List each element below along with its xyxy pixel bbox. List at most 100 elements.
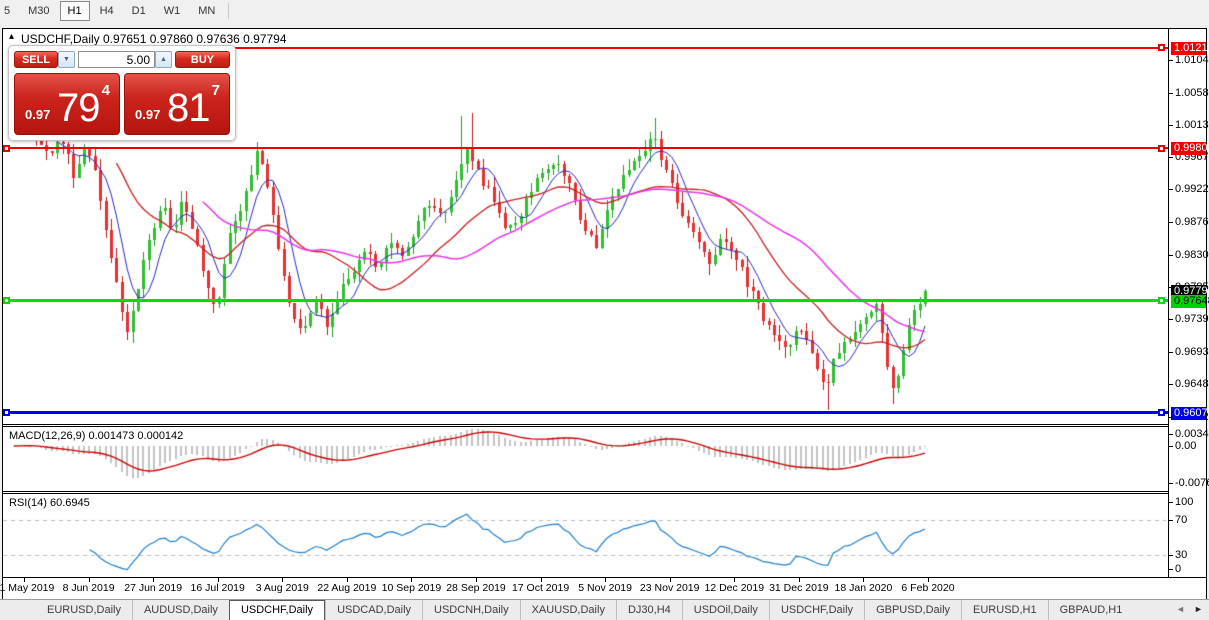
horizontal-line-1.01211[interactable] (230, 47, 1168, 49)
timeframe-button-d1[interactable]: D1 (124, 1, 154, 21)
price-badge-0.96073: 0.96073 (1171, 407, 1206, 420)
date-axis-label: 22 Aug 2019 (317, 582, 376, 594)
symbol-tab-eurusd-h1[interactable]: EURUSD,H1 (961, 600, 1048, 620)
axis-tick-mark (1169, 125, 1173, 126)
line-handle[interactable] (1158, 409, 1165, 416)
date-tick-mark (411, 578, 412, 582)
buy-price-prefix: 0.97 (135, 107, 160, 122)
date-axis[interactable]: 21 May 20198 Jun 201927 Jun 201916 Jul 2… (3, 577, 1206, 597)
symbol-tab-gbpaud-h1[interactable]: GBPAUD,H1 (1048, 600, 1134, 620)
chart-window: ▴ USDCHF,Daily 0.97651 0.97860 0.97636 0… (2, 28, 1207, 600)
date-axis-label: 18 Jan 2020 (835, 582, 893, 594)
date-tick-mark (605, 578, 606, 582)
volume-increase-button[interactable]: ▲ (155, 51, 172, 68)
price-axis-label: 0.99220 (1175, 183, 1209, 195)
line-handle[interactable] (1158, 44, 1165, 51)
timeframe-toolbar: 5M30H1H4D1W1MN (0, 0, 1209, 22)
axis-tick-mark (1169, 434, 1173, 435)
axis-tick-mark (1169, 157, 1173, 158)
axis-tick-mark (1169, 446, 1173, 447)
date-axis-label: 16 Jul 2019 (191, 582, 245, 594)
symbol-tab-bar: EURUSD,DailyAUDUSD,DailyUSDCHF,DailyUSDC… (0, 599, 1209, 620)
price-axis-label: 0.97390 (1175, 313, 1209, 325)
axis-tick-mark (1169, 483, 1173, 484)
chart-title: USDCHF,Daily 0.97651 0.97860 0.97636 0.9… (21, 32, 287, 46)
line-handle[interactable] (3, 409, 10, 416)
macd-axis-label: -0.007615 (1175, 477, 1209, 489)
date-tick-mark (347, 578, 348, 582)
axis-tick-mark (1169, 384, 1173, 385)
buy-price-main: 81 (167, 86, 210, 131)
symbol-tab-dj30-h4[interactable]: DJ30,H4 (616, 600, 682, 620)
line-handle[interactable] (3, 297, 10, 304)
price-axis-label: 0.96480 (1175, 378, 1209, 390)
date-axis-label: 31 Dec 2019 (769, 582, 829, 594)
volume-decrease-button[interactable]: ▼ (58, 51, 75, 68)
symbol-tab-usdcad-daily[interactable]: USDCAD,Daily (325, 600, 422, 620)
sell-button[interactable]: SELL (14, 51, 58, 68)
volume-input[interactable] (78, 51, 155, 68)
date-axis-label: 8 Jun 2019 (63, 582, 115, 594)
timeframe-button-mn[interactable]: MN (190, 1, 223, 21)
axis-tick-mark (1169, 60, 1173, 61)
tab-scroll-left-icon[interactable]: ◄ (1176, 604, 1185, 614)
macd-indicator-label: MACD(12,26,9) 0.001473 0.000142 (9, 430, 183, 442)
symbol-tab-usdcnh-daily[interactable]: USDCNH,Daily (422, 600, 520, 620)
macd-axis-label: 0.00 (1175, 440, 1196, 452)
sell-price-button[interactable]: 0.97 79 4 (14, 73, 120, 135)
mt4-terminal: 5M30H1H4D1W1MN ▴ USDCHF,Daily 0.97651 0.… (0, 0, 1209, 620)
price-axis-label: 1.00580 (1175, 87, 1209, 99)
symbol-tab-usdchf-daily[interactable]: USDCHF,Daily (769, 600, 864, 620)
timeframe-button-h1[interactable]: H1 (60, 1, 90, 21)
rsi-axis-label: 0 (1175, 563, 1181, 575)
date-tick-mark (734, 578, 735, 582)
symbol-tab-xauusd-daily[interactable]: XAUUSD,Daily (520, 600, 616, 620)
date-axis-label: 6 Feb 2020 (901, 582, 954, 594)
date-tick-mark (282, 578, 283, 582)
sell-price-prefix: 0.97 (25, 107, 50, 122)
date-tick-mark (863, 578, 864, 582)
price-axis-label: 1.01040 (1175, 54, 1209, 66)
symbol-tab-usdoil-daily[interactable]: USDOil,Daily (682, 600, 769, 620)
date-axis-label: 17 Oct 2019 (512, 582, 569, 594)
line-handle[interactable] (1158, 297, 1165, 304)
price-badge-1.01211: 1.01211 (1171, 42, 1206, 55)
date-tick-mark (799, 578, 800, 582)
price-axis-label: 0.98300 (1175, 249, 1209, 261)
horizontal-line-0.97648[interactable] (3, 299, 1168, 302)
horizontal-line-0.99802[interactable] (3, 147, 1168, 149)
one-click-trading-panel: SELL ▼ ▲ BUY 0.97 79 4 0.97 81 7 (8, 45, 236, 141)
rsi-pane-canvas[interactable] (3, 494, 1168, 577)
price-badge-0.97648: 0.97648 (1171, 295, 1206, 308)
sell-price-main: 79 (57, 86, 100, 131)
timeframe-button-w1[interactable]: W1 (156, 1, 189, 21)
rsi-axis-label: 100 (1175, 496, 1193, 508)
one-click-collapse-icon[interactable]: ▴ (9, 31, 14, 42)
timeframe-button-h4[interactable]: H4 (92, 1, 122, 21)
buy-price-button[interactable]: 0.97 81 7 (124, 73, 230, 135)
axis-tick-mark (1169, 222, 1173, 223)
symbol-tab-eurusd-daily[interactable]: EURUSD,Daily (36, 600, 132, 620)
symbol-tab-gbpusd-daily[interactable]: GBPUSD,Daily (864, 600, 961, 620)
date-tick-mark (476, 578, 477, 582)
macd-axis-label: 0.003428 (1175, 428, 1209, 440)
axis-tick-mark (1169, 502, 1173, 503)
symbol-tab-usdchf-daily[interactable]: USDCHF,Daily (229, 600, 325, 620)
price-axis[interactable]: 1.010401.005801.001300.996700.992200.987… (1169, 29, 1206, 577)
timeframe-button-m30[interactable]: M30 (20, 1, 57, 21)
horizontal-line-0.96073[interactable] (3, 411, 1168, 414)
tab-scroll-right-icon[interactable]: ► (1194, 604, 1203, 614)
symbol-tab-audusd-daily[interactable]: AUDUSD,Daily (132, 600, 229, 620)
date-tick-mark (670, 578, 671, 582)
axis-tick-mark (1169, 569, 1173, 570)
date-tick-mark (153, 578, 154, 582)
timeframe-button-5[interactable]: 5 (1, 1, 18, 21)
price-axis-label: 1.00130 (1175, 119, 1209, 131)
date-axis-label: 21 May 2019 (0, 582, 54, 594)
rsi-axis-label: 70 (1175, 514, 1187, 526)
buy-button[interactable]: BUY (175, 51, 230, 68)
date-tick-mark (89, 578, 90, 582)
line-handle[interactable] (1158, 145, 1165, 152)
line-handle[interactable] (3, 145, 10, 152)
date-tick-mark (928, 578, 929, 582)
